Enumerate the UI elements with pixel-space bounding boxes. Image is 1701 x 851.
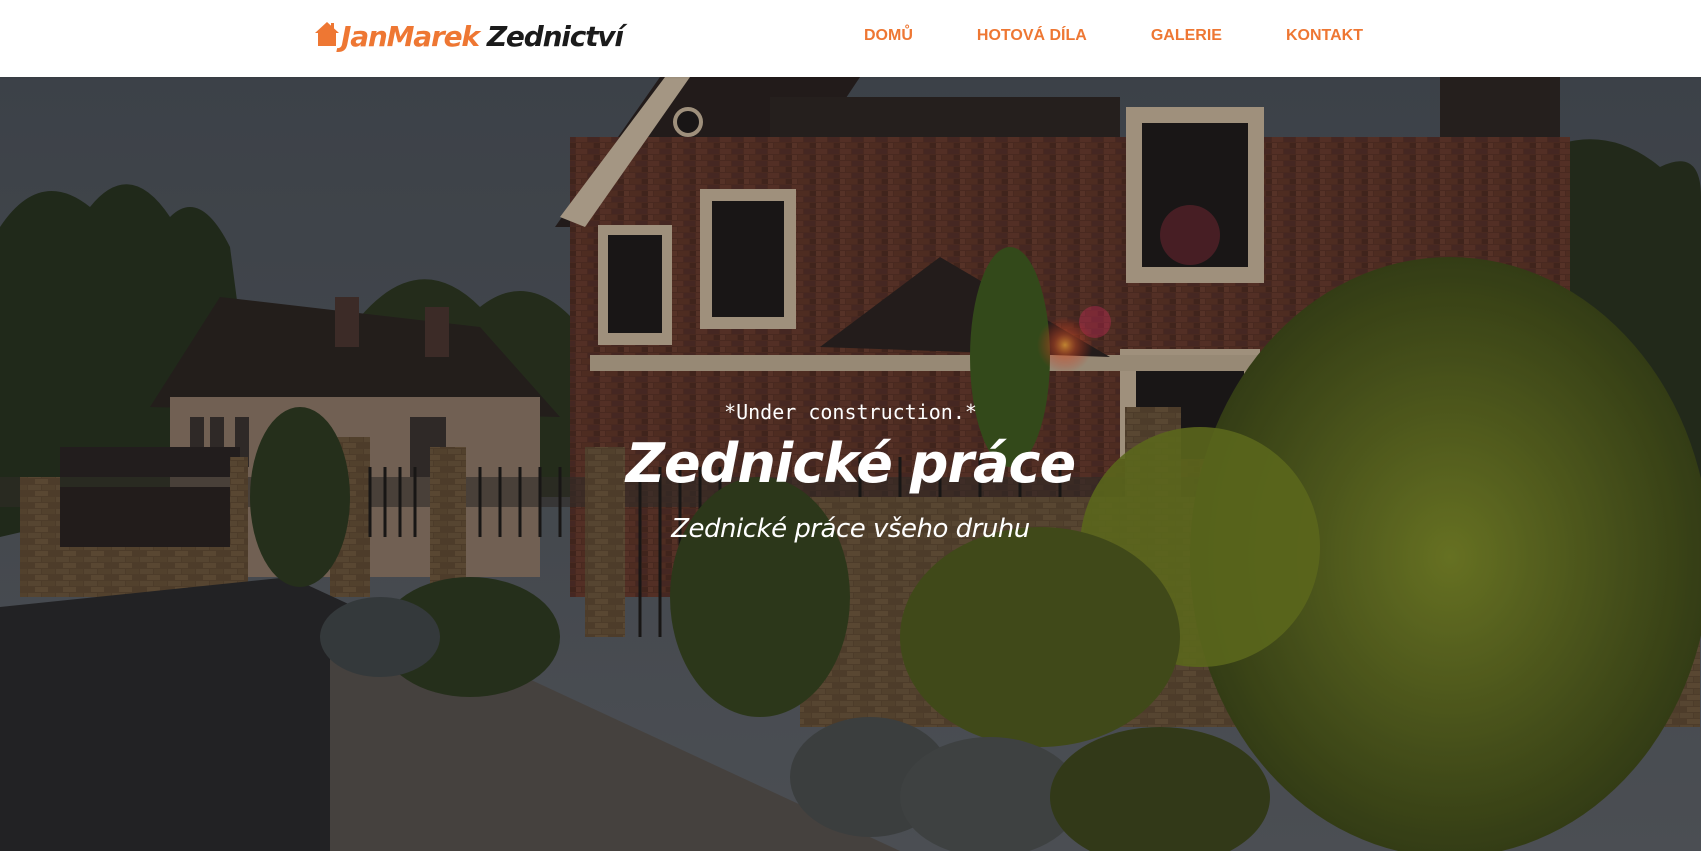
nav-item-galerie[interactable]: GALERIE (1119, 21, 1254, 51)
navbar: JanMarek Zednictví DOMŮ HOTOVÁ DÍLA GALE… (0, 0, 1701, 77)
house-icon (315, 22, 339, 46)
hero-title: Zednické práce (625, 432, 1076, 495)
construction-notice: *Under construction.* (724, 400, 977, 424)
nav-item-kontakt[interactable]: KONTAKT (1254, 21, 1395, 51)
hero-subtitle: Zednické práce všeho druhu (671, 514, 1030, 544)
brand-name: JanMarek (341, 19, 480, 53)
hero-section: *Under construction.* Zednické práce Zed… (0, 77, 1701, 851)
brand-logo-link[interactable]: JanMarek Zednictví (314, 16, 624, 56)
brand-suffix: Zednictví (486, 19, 624, 53)
nav-item-domu[interactable]: DOMŮ (832, 21, 945, 51)
nav-item-hotova-dila[interactable]: HOTOVÁ DÍLA (945, 21, 1119, 51)
main-nav: DOMŮ HOTOVÁ DÍLA GALERIE KONTAKT (832, 0, 1395, 72)
